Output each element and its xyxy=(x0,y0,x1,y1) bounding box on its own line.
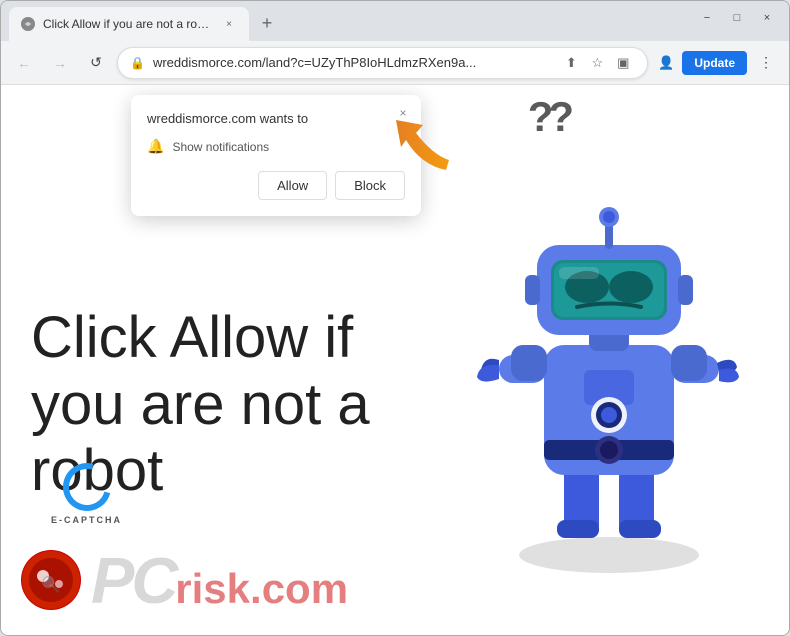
url-text: wreddismorce.com/land?c=UZyThP8IoHLdmzRX… xyxy=(153,55,551,70)
notification-buttons: Allow Block xyxy=(147,171,405,200)
back-button[interactable]: ← xyxy=(9,48,39,78)
svg-text:🔍: 🔍 xyxy=(41,574,61,594)
pcrisk-watermark: 🔍 PCrisk.com xyxy=(1,525,789,635)
address-bar[interactable]: 🔒 wreddismorce.com/land?c=UZyThP8IoHLdmz… xyxy=(117,47,648,79)
update-button[interactable]: Update xyxy=(682,51,747,75)
pcrisk-icon: 🔍 xyxy=(21,550,81,610)
arrow-indicator xyxy=(391,105,461,190)
forward-button[interactable]: → xyxy=(45,48,75,78)
title-bar: Click Allow if you are not a robot × + −… xyxy=(1,1,789,41)
tab-bar: Click Allow if you are not a robot × + xyxy=(9,1,685,41)
menu-button[interactable]: ⋮ xyxy=(751,48,781,78)
pcrisk-pc: PC xyxy=(91,544,175,617)
address-actions: ⬆ ☆ ▣ xyxy=(559,51,635,75)
tab-title: Click Allow if you are not a robot xyxy=(43,17,213,31)
share-button[interactable]: ⬆ xyxy=(559,51,583,75)
minimize-button[interactable]: − xyxy=(693,4,721,32)
robot-svg xyxy=(469,145,749,575)
sidebar-button[interactable]: ▣ xyxy=(611,51,635,75)
ecaptcha-logo: E-CAPTCHA xyxy=(51,463,122,525)
notification-header: wreddismorce.com wants to xyxy=(147,111,405,126)
new-tab-button[interactable]: + xyxy=(253,9,281,37)
main-text-line2: you are not a xyxy=(31,372,370,439)
allow-button[interactable]: Allow xyxy=(258,171,327,200)
ecaptcha-icon xyxy=(54,454,120,520)
reload-button[interactable]: ↺ xyxy=(81,48,111,78)
navigation-bar: ← → ↺ 🔒 wreddismorce.com/land?c=UZyThP8I… xyxy=(1,41,789,85)
active-tab[interactable]: Click Allow if you are not a robot × xyxy=(9,7,249,41)
maximize-button[interactable]: □ xyxy=(723,4,751,32)
pcrisk-logo: 🔍 PCrisk.com xyxy=(21,543,348,618)
pcrisk-text: PCrisk.com xyxy=(91,543,348,618)
tab-favicon xyxy=(21,17,35,31)
profile-button[interactable]: 👤 xyxy=(654,51,678,75)
notification-row-text: Show notifications xyxy=(172,140,269,154)
bookmark-button[interactable]: ☆ xyxy=(585,51,609,75)
toolbar-right: 👤 Update ⋮ xyxy=(654,48,781,78)
tab-close-button[interactable]: × xyxy=(221,16,237,32)
notification-popup: × wreddismorce.com wants to 🔔 Show notif… xyxy=(131,95,421,216)
ecaptcha-label: E-CAPTCHA xyxy=(51,515,122,525)
pcrisk-suffix: risk.com xyxy=(175,565,348,612)
main-text-line1: Click Allow if xyxy=(31,305,370,372)
lock-icon: 🔒 xyxy=(130,56,145,70)
page-content: × wreddismorce.com wants to 🔔 Show notif… xyxy=(1,85,789,635)
browser-window: Click Allow if you are not a robot × + −… xyxy=(0,0,790,636)
close-window-button[interactable]: × xyxy=(753,4,781,32)
notification-row: 🔔 Show notifications xyxy=(147,138,405,155)
window-controls: − □ × xyxy=(693,4,781,32)
arrow-svg xyxy=(391,105,461,185)
bell-icon: 🔔 xyxy=(147,138,164,155)
question-marks: ?? xyxy=(528,93,569,141)
robot-illustration xyxy=(469,145,749,585)
